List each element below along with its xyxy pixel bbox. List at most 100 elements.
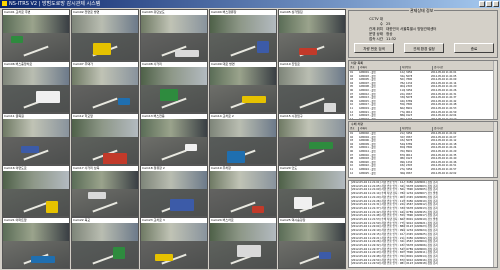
- event-log-scrollbar[interactable]: [493, 181, 497, 267]
- camera-label: Cam13 버스전용: [141, 114, 207, 119]
- camera-label: Cam20 인도: [279, 166, 345, 171]
- camera-label: Cam07 주택가: [72, 62, 138, 67]
- col-plate[interactable]: 차량번호: [401, 127, 433, 131]
- camera-feed[interactable]: Cam14 교차로 2: [209, 113, 277, 165]
- table-cell: 99하 1234: [400, 117, 413, 120]
- vehicle-shape: [324, 103, 336, 112]
- camera-label: Cam21 아파트앞: [3, 218, 69, 223]
- col-time[interactable]: 검지시간: [433, 66, 495, 70]
- feed-road: [72, 240, 138, 268]
- window-title: NS-ITRS V2 | 방범도로망 감시관제 시스템: [9, 1, 101, 7]
- vehicle-shape: [319, 252, 331, 259]
- col-plate[interactable]: 차량번호: [401, 66, 433, 70]
- col-no[interactable]: 번호: [349, 127, 359, 131]
- table-row[interactable]: 14 CAM024 - 출입 99하 1234 2012-05-04 11:22:10: [349, 117, 497, 120]
- settings-button[interactable]: 관제 환경 설정: [404, 43, 444, 53]
- camera-label: Cam08 사거리: [141, 62, 207, 67]
- vehicle-shape: [113, 247, 125, 259]
- vehicle-shape: [46, 201, 58, 213]
- camera-feed[interactable]: Cam15 시장입구: [278, 113, 346, 165]
- vehicle-shape: [103, 153, 127, 164]
- vehicle-shape: [237, 245, 261, 257]
- camera-grid: Cam01 교차로 주변 Cam02 전면로 방면 Cam03 횡단보도 Cam04 …: [2, 9, 346, 269]
- camera-feed[interactable]: Cam13 버스전용: [140, 113, 208, 165]
- camera-label: Cam22 육교: [72, 218, 138, 223]
- camera-feed[interactable]: Cam02 전면로 방면: [71, 9, 139, 61]
- wanted-list[interactable]: 수배 차량 번호 카메라 차량번호 검지시간 01 CAM002 - 출입 21너 …: [348, 121, 498, 178]
- camera-label: Cam06 버스중앙차로: [3, 62, 69, 67]
- status-group-title: 관제상태 정보: [409, 8, 435, 14]
- col-camera[interactable]: 카메라: [359, 127, 401, 131]
- exit-button[interactable]: 종료: [454, 43, 494, 53]
- feed-road: [279, 32, 345, 60]
- col-camera[interactable]: 카메라: [359, 66, 401, 70]
- table-cell: 2012-05-04 11:22:10: [431, 117, 457, 120]
- camera-label: Cam12 학교앞: [72, 114, 138, 119]
- camera-label: Cam04 버스정류장: [210, 10, 276, 15]
- camera-feed[interactable]: Cam12 학교앞: [71, 113, 139, 165]
- vehicle-list[interactable]: 차량 목록 번호 카메라 차량번호 검지시간 01 CAM001 - 출입 12가 …: [348, 60, 498, 120]
- camera-label: Cam05 상가밀집: [279, 10, 345, 15]
- vehicle-list-rows: 01 CAM001 - 출입 12가 3456 2012-05-04 11:21:01…: [349, 71, 497, 120]
- camera-feed[interactable]: Cam04 버스정류장: [209, 9, 277, 61]
- camera-feed[interactable]: Cam06 버스중앙차로: [2, 61, 70, 113]
- vehicle-shape: [21, 146, 39, 153]
- feed-road: [141, 136, 207, 164]
- table-cell: CAM024 - 출입: [359, 117, 376, 120]
- event-log[interactable]: [2012-05-04 11:21:01] 차량 번호 인식 : 12가 345…: [348, 180, 498, 268]
- log-line: [2012-05-04 11:22:59] 차량 번호 인식 : 98저 012…: [351, 262, 438, 266]
- camera-feed[interactable]: Cam18 정류장 2: [140, 165, 208, 217]
- camera-label: Cam25 택시승강장: [279, 218, 345, 223]
- camera-label: Cam03 횡단보도: [141, 10, 207, 15]
- camera-label: Cam19 주차장: [210, 166, 276, 171]
- wanted-list-scrollbar[interactable]: [493, 122, 497, 177]
- vehicle-shape: [170, 199, 194, 211]
- camera-feed[interactable]: Cam20 인도: [278, 165, 346, 217]
- col-time[interactable]: 검지시간: [433, 127, 495, 131]
- camera-feed[interactable]: Cam01 교차로 주변: [2, 9, 70, 61]
- table-cell: 36퍼 4567: [400, 171, 413, 175]
- camera-feed[interactable]: Cam23 교차로 3: [140, 217, 208, 269]
- camera-feed[interactable]: Cam16 이면도로: [2, 165, 70, 217]
- camera-feed[interactable]: Cam10 진입로: [278, 61, 346, 113]
- camera-feed[interactable]: Cam03 횡단보도: [140, 9, 208, 61]
- vehicle-shape: [185, 144, 197, 151]
- feed-road: [210, 188, 276, 216]
- maximize-icon[interactable]: [486, 1, 492, 7]
- camera-label: Cam01 교차로 주변: [3, 10, 69, 15]
- camera-feed[interactable]: Cam05 상가밀집: [278, 9, 346, 61]
- vehicle-shape: [227, 151, 245, 163]
- title-bar: NS-ITRS V2 | 방범도로망 감시관제 시스템: [0, 0, 500, 8]
- camera-label: Cam23 교차로 3: [141, 218, 207, 223]
- feed-road: [141, 240, 207, 268]
- camera-feed[interactable]: Cam17 사거리 남측: [71, 165, 139, 217]
- camera-feed[interactable]: Cam25 택시승강장: [278, 217, 346, 269]
- camera-feed[interactable]: Cam22 육교: [71, 217, 139, 269]
- feed-road: [279, 136, 345, 164]
- vehicle-list-scrollbar[interactable]: [493, 61, 497, 119]
- vehicle-search-button[interactable]: 차량 번호 검색: [354, 43, 394, 53]
- table-row[interactable]: 12 CAM025 - 출입 36퍼 4567 2012-05-04 11:22:02: [349, 172, 497, 176]
- camera-label: Cam14 교차로 2: [210, 114, 276, 119]
- camera-feed[interactable]: Cam09 대로 방면: [209, 61, 277, 113]
- camera-feed[interactable]: Cam21 아파트앞: [2, 217, 70, 269]
- table-cell: 12: [350, 171, 354, 175]
- table-cell: 2012-05-04 11:22:02: [431, 171, 457, 175]
- camera-feed[interactable]: Cam24 버스차로: [209, 217, 277, 269]
- camera-feed[interactable]: Cam11 골목길: [2, 113, 70, 165]
- vehicle-shape: [155, 254, 173, 261]
- camera-label: Cam18 정류장 2: [141, 166, 207, 171]
- camera-feed[interactable]: Cam07 주택가: [71, 61, 139, 113]
- vehicle-shape: [36, 91, 60, 103]
- table-cell: 14: [350, 117, 354, 120]
- camera-feed[interactable]: Cam19 주차장: [209, 165, 277, 217]
- camera-label: Cam16 이면도로: [3, 166, 69, 171]
- window-controls: [479, 1, 499, 7]
- col-no[interactable]: 번호: [349, 66, 359, 70]
- close-icon[interactable]: [493, 1, 499, 7]
- vehicle-shape: [175, 50, 199, 57]
- camera-feed[interactable]: Cam08 사거리: [140, 61, 208, 113]
- minimize-icon[interactable]: [479, 1, 485, 7]
- vehicle-shape: [252, 206, 264, 213]
- camera-label: Cam02 전면로 방면: [72, 10, 138, 15]
